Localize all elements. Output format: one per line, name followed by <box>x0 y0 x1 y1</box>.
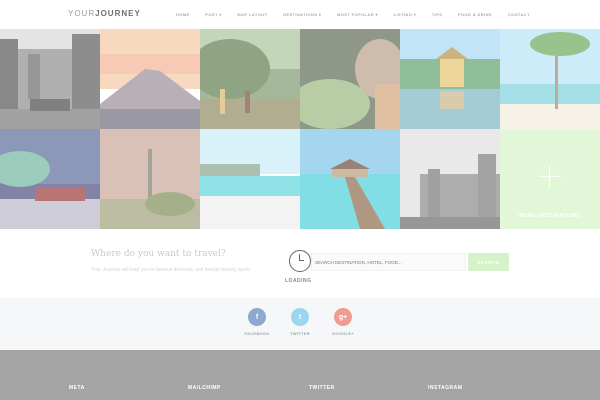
site-footer: META MAILCHIMP TWITTER INSTAGRAM <box>0 350 600 400</box>
more-destinations-label: MORE DESTINATIONS <box>519 213 581 219</box>
footer-twitter-heading: TWITTER <box>309 385 335 391</box>
twitter-link[interactable]: t TWITTER <box>285 308 315 336</box>
destination-tile-palm-beach[interactable] <box>500 29 600 129</box>
google-plus-link[interactable]: g+ GOOGLE+ <box>328 308 358 336</box>
destination-tile-mount-fuji[interactable] <box>100 29 200 129</box>
destination-tile-bare-tree[interactable] <box>100 129 200 229</box>
plus-icon <box>539 165 561 188</box>
nav-most-popular[interactable]: MOST POPULAR <box>337 12 378 17</box>
main-nav: HOME POST MAP LAYOUT DESTINATIONS MOST P… <box>176 12 530 17</box>
destination-tile-golden-pavilion[interactable] <box>400 29 500 129</box>
destination-tile-water-bungalow[interactable] <box>300 129 400 229</box>
nav-home[interactable]: HOME <box>176 12 190 17</box>
nav-post[interactable]: POST <box>205 12 221 17</box>
nav-food-drink[interactable]: FOOD & DRINK <box>458 12 492 17</box>
facebook-icon: f <box>248 308 266 326</box>
destination-tile-city-street[interactable] <box>0 29 100 129</box>
destination-grid: MORE DESTINATIONS <box>0 29 600 229</box>
twitter-icon: t <box>291 308 309 326</box>
more-destinations-tile[interactable]: MORE DESTINATIONS <box>500 129 600 229</box>
google-plus-icon: g+ <box>334 308 352 326</box>
social-section: f FACEBOOK t TWITTER g+ GOOGLE+ <box>0 298 600 350</box>
destination-tile-castle[interactable] <box>400 129 500 229</box>
facebook-link[interactable]: f FACEBOOK <box>242 308 272 336</box>
travel-search-section: Where do you want to travel? Your Journe… <box>0 229 600 298</box>
site-logo[interactable]: YOURJOURNEY <box>68 9 141 18</box>
nav-contact[interactable]: CONTACT <box>508 12 530 17</box>
loading-label: LOADING <box>285 278 312 284</box>
search-input[interactable] <box>311 253 466 271</box>
destination-tile-white-beach[interactable] <box>200 129 300 229</box>
footer-instagram-heading: INSTAGRAM <box>428 385 463 391</box>
nav-map-layout[interactable]: MAP LAYOUT <box>237 12 267 17</box>
destination-tile-cave-people[interactable] <box>200 29 300 129</box>
nav-listing[interactable]: LISTING <box>394 12 417 17</box>
site-header: YOURJOURNEY HOME POST MAP LAYOUT DESTINA… <box>0 0 600 29</box>
google-plus-label: GOOGLE+ <box>332 331 354 336</box>
twitter-label: TWITTER <box>290 331 310 336</box>
nav-destinations[interactable]: DESTINATIONS <box>283 12 321 17</box>
search-button[interactable]: SEARCH <box>468 253 509 271</box>
travel-subtitle: Your Journey will lead you to famous dom… <box>91 267 250 273</box>
travel-heading: Where do you want to travel? <box>91 249 226 259</box>
destination-tile-aurora-cabin[interactable] <box>0 129 100 229</box>
facebook-label: FACEBOOK <box>244 331 270 336</box>
footer-mailchimp-heading: MAILCHIMP <box>188 385 221 391</box>
destination-tile-rock-cave[interactable] <box>300 29 400 129</box>
footer-meta-heading: META <box>69 385 85 391</box>
clock-icon <box>289 250 311 272</box>
nav-tips[interactable]: TIPS <box>432 12 443 17</box>
